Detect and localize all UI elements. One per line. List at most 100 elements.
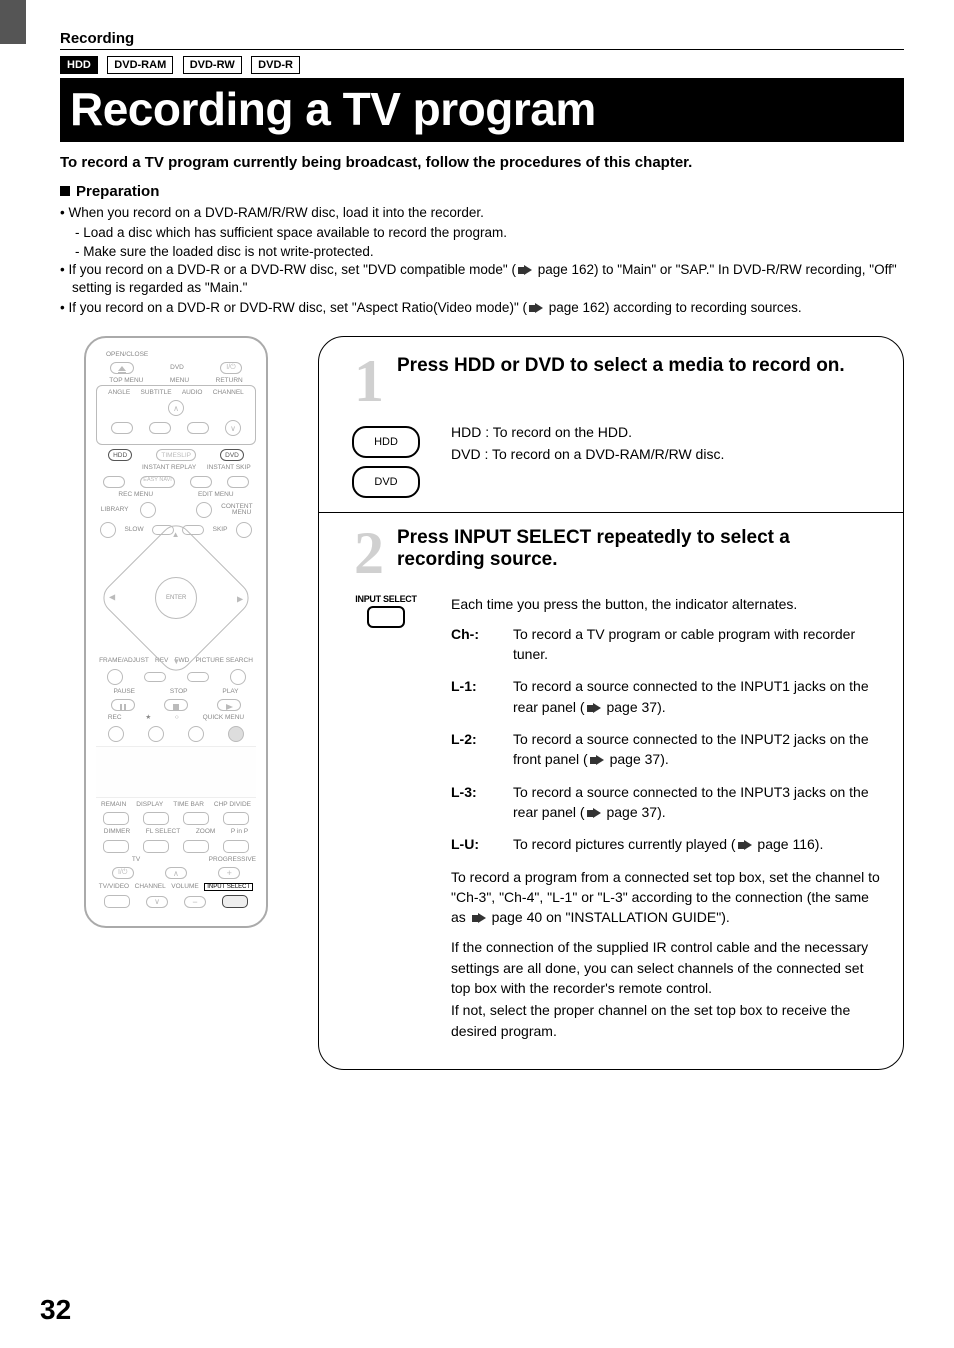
remote-tvvideo-button bbox=[104, 895, 130, 908]
remote-input-select-button bbox=[222, 895, 248, 908]
badge-dvd-ram: DVD-RAM bbox=[107, 56, 173, 74]
remote-enter-button: ENTER bbox=[146, 568, 205, 627]
step-1-header: 1 Press HDD or DVD to select a media to … bbox=[341, 355, 881, 404]
remote-flselect-button bbox=[143, 840, 169, 853]
remote-timebar-button bbox=[183, 812, 209, 825]
remote-label-stop: STOP bbox=[170, 689, 188, 696]
input-select-caption: INPUT SELECT bbox=[355, 594, 416, 604]
steps-panel: 1 Press HDD or DVD to select a media to … bbox=[318, 336, 904, 1070]
def-ch-text: To record a TV program or cable program … bbox=[513, 624, 881, 665]
page-number: 32 bbox=[40, 1294, 71, 1326]
remote-label-dvd-group: DVD bbox=[162, 365, 192, 372]
prep-bullet-1: • When you record on a DVD-RAM/R/RW disc… bbox=[60, 204, 904, 222]
step-2-note3: If not, select the proper channel on the… bbox=[451, 1000, 881, 1041]
link-icon bbox=[518, 265, 532, 276]
def-lu-text: To record pictures currently played ( pa… bbox=[513, 834, 881, 854]
remote-label-angle: ANGLE bbox=[108, 390, 130, 397]
remote-angle-button bbox=[111, 422, 133, 434]
remote-zoom-button bbox=[183, 840, 209, 853]
remote-voldown-button: − bbox=[184, 896, 206, 908]
remote-label-dimmer: DIMMER bbox=[104, 829, 130, 836]
step-2-header: 2 Press INPUT SELECT repeatedly to selec… bbox=[341, 527, 881, 576]
link-icon bbox=[738, 840, 752, 851]
remote-instant-replay-button bbox=[190, 476, 212, 488]
prep-sub-1a: - Load a disc which has sufficient space… bbox=[60, 224, 904, 242]
remote-label-play: PLAY bbox=[222, 689, 238, 696]
def-lu: L-U: To record pictures currently played… bbox=[451, 834, 881, 854]
prep-sub-1b: - Make sure the loaded disc is not write… bbox=[60, 243, 904, 261]
remote-eject-button bbox=[110, 362, 134, 374]
remote-tv-chup-button: ∧ bbox=[165, 867, 187, 879]
remote-label-slow: SLOW bbox=[124, 527, 143, 534]
dvd-key-icon: DVD bbox=[352, 466, 420, 498]
badge-dvd-rw: DVD-RW bbox=[183, 56, 242, 74]
step-2-body: INPUT SELECT Each time you press the but… bbox=[341, 594, 881, 1051]
remote-library-button bbox=[140, 502, 156, 518]
remote-play-button bbox=[217, 699, 241, 711]
remote-star-button bbox=[148, 726, 164, 742]
def-l1: L-1: To record a source connected to the… bbox=[451, 676, 881, 717]
term-ch: Ch-: bbox=[451, 624, 513, 665]
remote-label-library: LIBRARY bbox=[101, 507, 131, 514]
remote-label-audio: AUDIO bbox=[182, 390, 203, 397]
remote-dimmer-button bbox=[103, 840, 129, 853]
remote-pinp-button bbox=[223, 840, 249, 853]
link-icon bbox=[590, 755, 604, 766]
remote-label-fl-select: FL SELECT bbox=[146, 829, 180, 836]
remote-label-menu: MENU bbox=[170, 378, 189, 385]
remote-label-rec-menu: REC MENU bbox=[118, 492, 153, 499]
step-1-body: HDD DVD HDD : To record on the HDD. DVD … bbox=[341, 422, 881, 502]
remote-power-button: I/⏻ bbox=[220, 362, 242, 374]
remote-label-volume: VOLUME bbox=[171, 884, 198, 891]
remote-label-rec: REC bbox=[108, 715, 122, 722]
remote-label-channel: CHANNEL bbox=[213, 390, 244, 397]
remote-remain-button bbox=[103, 812, 129, 825]
remote-chpdivide-button bbox=[223, 812, 249, 825]
remote-extra1-button bbox=[103, 476, 125, 488]
remote-label-zoom: ZOOM bbox=[196, 829, 216, 836]
remote-down-icon: ∨ bbox=[225, 420, 241, 436]
remote-tv-power-button: I/⏻ bbox=[112, 867, 134, 879]
term-l3: L-3: bbox=[451, 782, 513, 823]
remote-label-instant-replay: INSTANT REPLAY bbox=[142, 465, 196, 472]
remote-illustration: OPEN/CLOSE DVD I/⏻ TOP MENU MENU RETURN bbox=[60, 336, 292, 1070]
input-select-key-icon bbox=[367, 606, 405, 628]
remote-content-menu-button bbox=[196, 502, 212, 518]
link-icon bbox=[472, 913, 486, 924]
remote-label-instant-skip: INSTANT SKIP bbox=[207, 465, 251, 472]
remote-label-remain: REMAIN bbox=[101, 802, 126, 809]
remote-label-frame-adjust: FRAME/ADJUST bbox=[99, 658, 149, 665]
step-1-number: 1 bbox=[341, 355, 397, 404]
section-heading: Recording bbox=[60, 30, 904, 50]
remote-label-progressive: PROGRESSIVE bbox=[176, 857, 256, 864]
remote-label-input-select: INPUT SELECT bbox=[204, 883, 253, 891]
hdd-key-icon: HDD bbox=[352, 426, 420, 458]
badge-dvd-r: DVD-R bbox=[251, 56, 300, 74]
remote-volup-button: + bbox=[218, 867, 240, 879]
step-2-note2: If the connection of the supplied IR con… bbox=[451, 937, 881, 998]
remote-label-time-bar: TIME BAR bbox=[173, 802, 204, 809]
term-lu: L-U: bbox=[451, 834, 513, 854]
remote-label-subtitle: SUBTITLE bbox=[140, 390, 171, 397]
remote-pic-search-button bbox=[230, 669, 246, 685]
step-2-intro: Each time you press the button, the indi… bbox=[451, 594, 881, 614]
remote-circle-button bbox=[188, 726, 204, 742]
remote-tv-chdown-button: ∨ bbox=[146, 896, 168, 908]
prep-bullet-3: • If you record on a DVD-R or DVD-RW dis… bbox=[60, 299, 904, 317]
remote-label-channel2: CHANNEL bbox=[135, 884, 166, 891]
remote-fwd-button bbox=[187, 672, 209, 682]
def-l3-text: To record a source connected to the INPU… bbox=[513, 782, 881, 823]
def-l2: L-2: To record a source connected to the… bbox=[451, 729, 881, 770]
remote-label-pinp: P in P bbox=[231, 829, 248, 836]
step-2-heading: Press INPUT SELECT repeatedly to select … bbox=[397, 527, 881, 576]
remote-body-gap bbox=[96, 746, 256, 798]
link-icon bbox=[587, 703, 601, 714]
remote-dvd-button: DVD bbox=[220, 449, 244, 461]
remote-label-return: RETURN bbox=[216, 378, 243, 385]
media-badges: HDD DVD-RAM DVD-RW DVD-R bbox=[60, 56, 904, 74]
badge-hdd: HDD bbox=[60, 56, 98, 74]
remote-hdd-button: HDD bbox=[108, 449, 132, 461]
remote-easy-navi-button: EASY NAVI bbox=[140, 476, 175, 488]
remote-slow-button bbox=[100, 522, 116, 538]
prep-bullet-2: • If you record on a DVD-R or a DVD-RW d… bbox=[60, 261, 904, 297]
